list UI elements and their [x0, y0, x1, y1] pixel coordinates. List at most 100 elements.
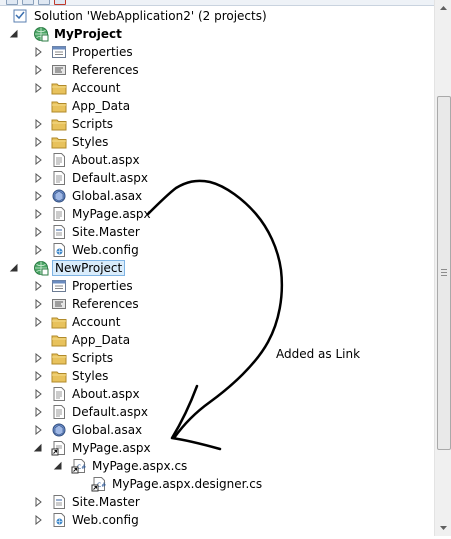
collapsed-triangle-icon[interactable]	[33, 173, 43, 183]
web-config-icon	[53, 513, 65, 527]
tree-item[interactable]: About.aspx	[0, 151, 434, 169]
linked-aspx-page-icon	[51, 441, 65, 456]
collapsed-triangle-icon[interactable]	[33, 407, 43, 417]
tree-item-label: MyPage.aspx	[72, 441, 151, 455]
tree-item-label: NewProject	[52, 260, 126, 276]
tree-item[interactable]: C# MyPage.aspx.cs	[0, 457, 434, 475]
vertical-scrollbar[interactable]	[434, 0, 451, 536]
tree-item[interactable]: MyProject	[0, 25, 434, 43]
tree-item-label: Default.aspx	[72, 171, 148, 185]
tree-item[interactable]: Global.asax	[0, 421, 434, 439]
tree-item[interactable]: References	[0, 61, 434, 79]
master-page-icon	[53, 225, 65, 239]
tree-item[interactable]: Solution 'WebApplication2' (2 projects)	[0, 7, 434, 25]
toolbar-button[interactable]	[54, 0, 66, 5]
tree-item[interactable]: Site.Master	[0, 493, 434, 511]
tree-item-label: MyPage.aspx.cs	[92, 459, 188, 473]
tree-item[interactable]: Account	[0, 313, 434, 331]
collapsed-triangle-icon[interactable]	[33, 353, 43, 363]
collapsed-triangle-icon[interactable]	[33, 389, 43, 399]
collapsed-triangle-icon[interactable]	[33, 515, 43, 525]
tree-item[interactable]: Styles	[0, 367, 434, 385]
linked-cs-file-icon: C#	[91, 477, 106, 492]
collapsed-triangle-icon[interactable]	[33, 47, 43, 57]
scrollbar-thumb[interactable]	[437, 96, 451, 450]
aspx-page-icon	[53, 387, 65, 401]
expanded-triangle-icon[interactable]	[33, 443, 43, 453]
tree-item[interactable]: Account	[0, 79, 434, 97]
tree-item-label: About.aspx	[72, 387, 140, 401]
tree-item-label: Global.asax	[72, 423, 143, 437]
web-project-icon	[34, 261, 49, 276]
folder-icon	[51, 83, 67, 95]
web-config-icon	[53, 243, 65, 257]
collapsed-triangle-icon[interactable]	[33, 65, 43, 75]
collapsed-triangle-icon[interactable]	[33, 371, 43, 381]
tree-item[interactable]: MyPage.aspx	[0, 439, 434, 457]
tree-item-label: Default.aspx	[72, 405, 148, 419]
tree-item-label: Account	[72, 315, 121, 329]
folder-icon	[51, 335, 67, 347]
collapsed-triangle-icon[interactable]	[33, 299, 43, 309]
tree-item-label: MyProject	[54, 27, 122, 41]
tree-item[interactable]: Styles	[0, 133, 434, 151]
tree-item[interactable]: C# MyPage.aspx.designer.cs	[0, 475, 434, 493]
collapsed-triangle-icon[interactable]	[33, 137, 43, 147]
tree-item-label: References	[72, 297, 139, 311]
tree-item[interactable]: Properties	[0, 43, 434, 61]
tree-item-label: MyPage.aspx	[72, 207, 151, 221]
toolbar-button[interactable]	[22, 0, 34, 5]
tree-item[interactable]: About.aspx	[0, 385, 434, 403]
tree-item[interactable]: MyPage.aspx	[0, 205, 434, 223]
tree-item-label: Account	[72, 81, 121, 95]
collapsed-triangle-icon[interactable]	[33, 425, 43, 435]
expanded-triangle-icon[interactable]	[9, 263, 19, 273]
folder-icon	[51, 137, 67, 149]
expanded-triangle-icon[interactable]	[53, 461, 63, 471]
tree-item-label: Properties	[72, 279, 133, 293]
collapsed-triangle-icon[interactable]	[33, 245, 43, 255]
tree-item[interactable]: Site.Master	[0, 223, 434, 241]
tree-item-label: Properties	[72, 45, 133, 59]
tree-item[interactable]: Scripts	[0, 349, 434, 367]
tree-item-label: Styles	[72, 369, 109, 383]
tree-item[interactable]: App_Data	[0, 97, 434, 115]
aspx-page-icon	[53, 153, 65, 167]
expanded-triangle-icon[interactable]	[9, 29, 19, 39]
collapsed-triangle-icon[interactable]	[33, 227, 43, 237]
tree-item[interactable]: App_Data	[0, 331, 434, 349]
solution-explorer-toolbar	[0, 0, 434, 6]
master-page-icon	[53, 495, 65, 509]
collapsed-triangle-icon[interactable]	[33, 191, 43, 201]
tree-item-label: References	[72, 63, 139, 77]
toolbar-button[interactable]	[6, 0, 18, 5]
collapsed-triangle-icon[interactable]	[33, 209, 43, 219]
tree-item-label: Web.config	[72, 243, 139, 257]
collapsed-triangle-icon[interactable]	[33, 317, 43, 327]
tree-item-label: MyPage.aspx.designer.cs	[112, 477, 263, 491]
collapsed-triangle-icon[interactable]	[33, 119, 43, 129]
toolbar-button[interactable]	[38, 0, 50, 5]
tree-item[interactable]: References	[0, 295, 434, 313]
web-project-icon	[34, 27, 49, 42]
collapsed-triangle-icon[interactable]	[33, 497, 43, 507]
tree-item[interactable]: Web.config	[0, 511, 434, 529]
global-asax-icon	[52, 189, 66, 203]
collapsed-triangle-icon[interactable]	[33, 155, 43, 165]
tree-item[interactable]: Global.asax	[0, 187, 434, 205]
tree-item[interactable]: Default.aspx	[0, 403, 434, 421]
scroll-up-arrow-icon[interactable]	[435, 0, 451, 17]
scroll-down-arrow-icon[interactable]	[435, 519, 451, 536]
tree-item[interactable]: Default.aspx	[0, 169, 434, 187]
collapsed-triangle-icon[interactable]	[33, 281, 43, 291]
tree-item[interactable]: Scripts	[0, 115, 434, 133]
folder-icon	[51, 371, 67, 383]
aspx-page-icon	[53, 405, 65, 419]
collapsed-triangle-icon[interactable]	[33, 83, 43, 93]
properties-icon	[52, 280, 66, 292]
annotation-text: Added as Link	[276, 347, 361, 361]
tree-item[interactable]: Properties	[0, 277, 434, 295]
tree-item-label: Site.Master	[72, 225, 140, 239]
tree-item[interactable]: NewProject	[0, 259, 434, 277]
tree-item[interactable]: Web.config	[0, 241, 434, 259]
